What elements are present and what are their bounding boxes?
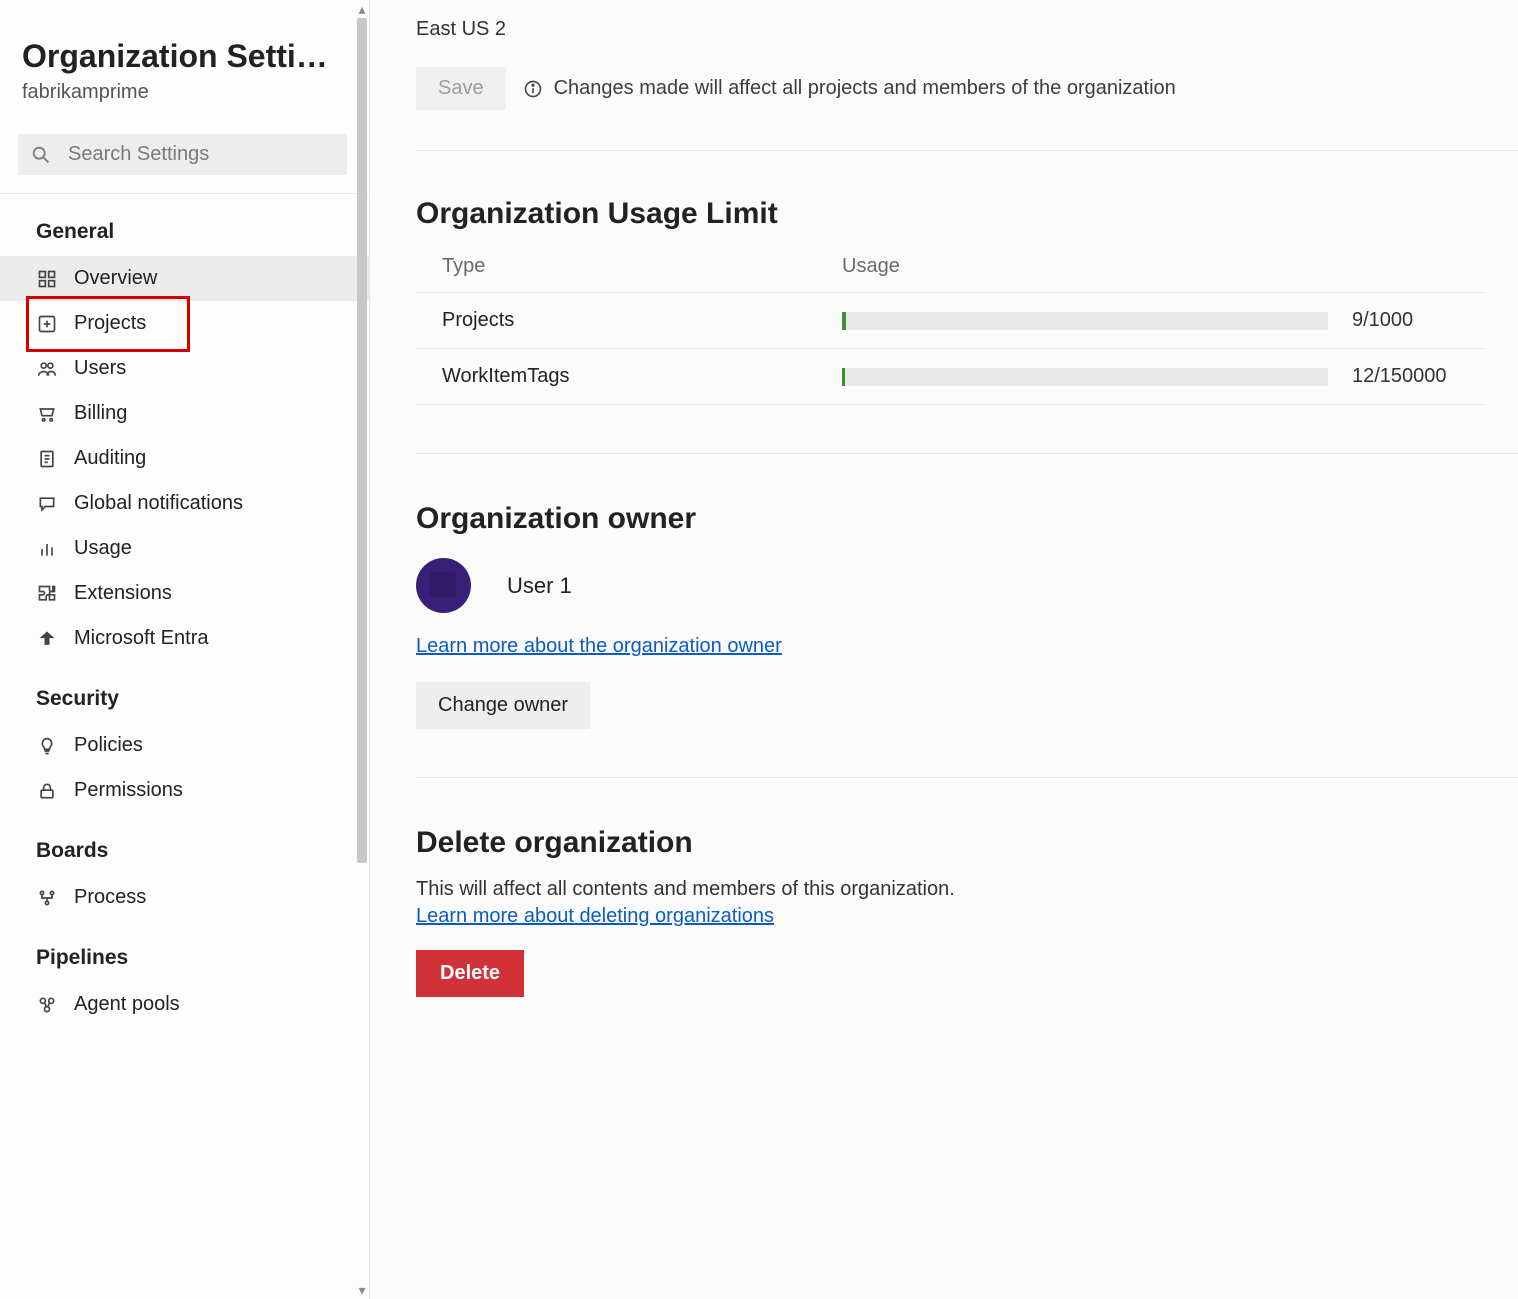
sidebar-item-label: Process <box>74 886 146 909</box>
scroll-up-icon[interactable]: ▴ <box>353 2 371 16</box>
doc-icon <box>36 449 58 469</box>
usage-bar <box>842 368 1328 386</box>
sidebar-item-microsoft-entra[interactable]: Microsoft Entra <box>0 616 369 661</box>
sidebar-section-label: Pipelines <box>0 920 369 982</box>
sidebar-item-label: Overview <box>74 267 157 290</box>
sidebar-item-label: Global notifications <box>74 492 243 515</box>
info-icon <box>522 78 544 100</box>
sidebar-item-label: Agent pools <box>74 993 180 1016</box>
usage-value: 9/1000 <box>1352 309 1413 332</box>
users-icon <box>36 359 58 379</box>
sidebar-item-extensions[interactable]: Extensions <box>0 571 369 616</box>
search-input-field[interactable] <box>66 142 335 167</box>
owner-name: User 1 <box>507 573 572 599</box>
sidebar-item-label: Extensions <box>74 582 172 605</box>
page-title: Organization Settin… <box>22 38 347 75</box>
usage-row: Projects 9/1000 <box>416 293 1486 349</box>
usage-value: 12/150000 <box>1352 365 1447 388</box>
sidebar-item-permissions[interactable]: Permissions <box>0 768 369 813</box>
sidebar-item-users[interactable]: Users <box>0 346 369 391</box>
usage-limit-title: Organization Usage Limit <box>416 197 1518 231</box>
sidebar-item-projects[interactable]: Projects <box>0 301 369 346</box>
sidebar-section-label: Boards <box>0 813 369 875</box>
grid-icon <box>36 269 58 289</box>
sidebar-item-auditing[interactable]: Auditing <box>0 436 369 481</box>
owner-learn-more-link[interactable]: Learn more about the organization owner <box>416 635 782 658</box>
bar-chart-icon <box>36 539 58 559</box>
owner-avatar <box>416 558 471 613</box>
lightbulb-icon <box>36 736 58 756</box>
sidebar-item-label: Usage <box>74 537 132 560</box>
usage-row-label: Projects <box>442 309 842 332</box>
sidebar-item-label: Projects <box>74 312 146 335</box>
process-icon <box>36 888 58 908</box>
usage-table: Type Usage Projects 9/1000 WorkItemTags 12/… <box>416 249 1486 405</box>
scroll-down-icon[interactable]: ▾ <box>353 1283 371 1297</box>
usage-row-label: WorkItemTags <box>442 365 842 388</box>
sidebar-item-usage[interactable]: Usage <box>0 526 369 571</box>
delete-button[interactable]: Delete <box>416 950 524 997</box>
sidebar-item-policies[interactable]: Policies <box>0 723 369 768</box>
puzzle-icon <box>36 584 58 604</box>
delete-learn-more-link[interactable]: Learn more about deleting organizations <box>416 905 774 928</box>
lock-icon <box>36 781 58 801</box>
owner-title: Organization owner <box>416 502 1518 536</box>
search-icon <box>30 144 52 166</box>
divider <box>416 150 1518 151</box>
usage-row: WorkItemTags 12/150000 <box>416 349 1486 405</box>
divider <box>416 453 1518 454</box>
chat-icon <box>36 494 58 514</box>
entra-icon <box>36 629 58 649</box>
change-owner-button[interactable]: Change owner <box>416 682 590 729</box>
sidebar-item-process[interactable]: Process <box>0 875 369 920</box>
search-settings-input[interactable] <box>18 134 347 175</box>
region-label: East US 2 <box>416 18 1518 41</box>
agent-icon <box>36 995 58 1015</box>
sidebar: ▴ ▾ Organization Settin… fabrikamprime G… <box>0 0 370 1299</box>
divider <box>416 777 1518 778</box>
info-text: Changes made will affect all projects an… <box>554 77 1176 100</box>
scrollbar-thumb[interactable] <box>357 18 367 863</box>
delete-org-desc: This will affect all contents and member… <box>416 878 1518 901</box>
sidebar-item-label: Microsoft Entra <box>74 627 208 650</box>
sidebar-item-label: Permissions <box>74 779 183 802</box>
sidebar-item-label: Auditing <box>74 447 146 470</box>
usage-col-type: Type <box>442 255 842 278</box>
save-button[interactable]: Save <box>416 67 506 110</box>
org-name: fabrikamprime <box>22 81 347 104</box>
usage-bar <box>842 312 1328 330</box>
sidebar-section-label: Security <box>0 661 369 723</box>
sidebar-item-label: Billing <box>74 402 127 425</box>
sidebar-item-label: Policies <box>74 734 143 757</box>
sidebar-item-billing[interactable]: Billing <box>0 391 369 436</box>
sidebar-section-label: General <box>0 194 369 256</box>
sidebar-item-overview[interactable]: Overview <box>0 256 369 301</box>
delete-org-title: Delete organization <box>416 826 1518 860</box>
main-content: East US 2 Save Changes made will affect … <box>370 0 1518 1299</box>
sidebar-item-global-notifications[interactable]: Global notifications <box>0 481 369 526</box>
sidebar-item-agent-pools[interactable]: Agent pools <box>0 982 369 1027</box>
sidebar-item-label: Users <box>74 357 126 380</box>
cart-icon <box>36 404 58 424</box>
usage-col-usage: Usage <box>842 255 1486 278</box>
plus-square-icon <box>36 314 58 334</box>
